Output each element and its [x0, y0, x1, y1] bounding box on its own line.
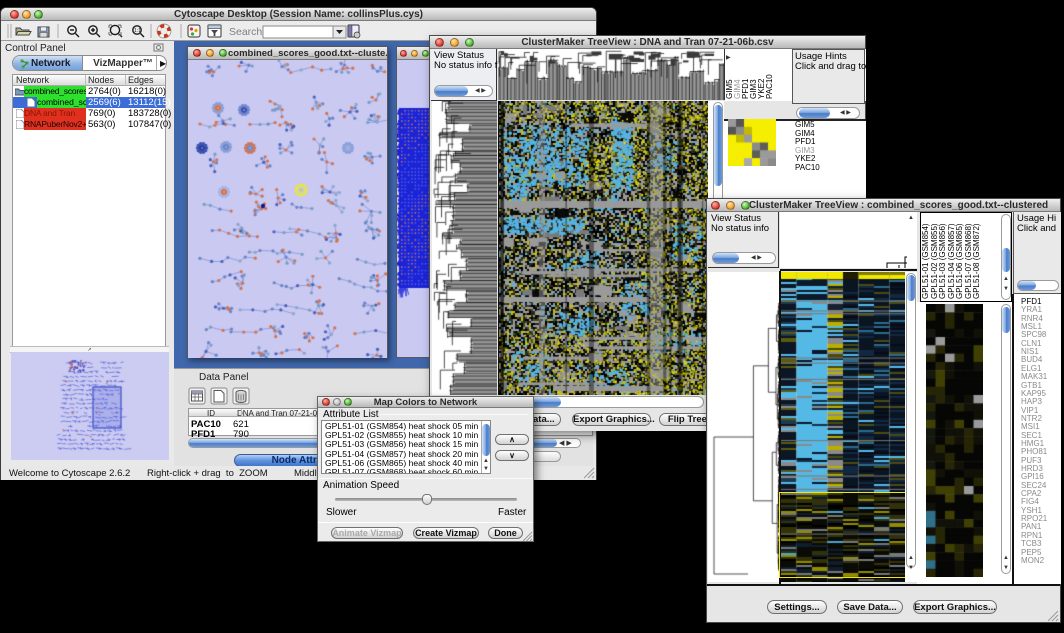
svg-text:1:1: 1:1	[134, 28, 141, 34]
svg-text:Search:: Search:	[229, 26, 265, 38]
